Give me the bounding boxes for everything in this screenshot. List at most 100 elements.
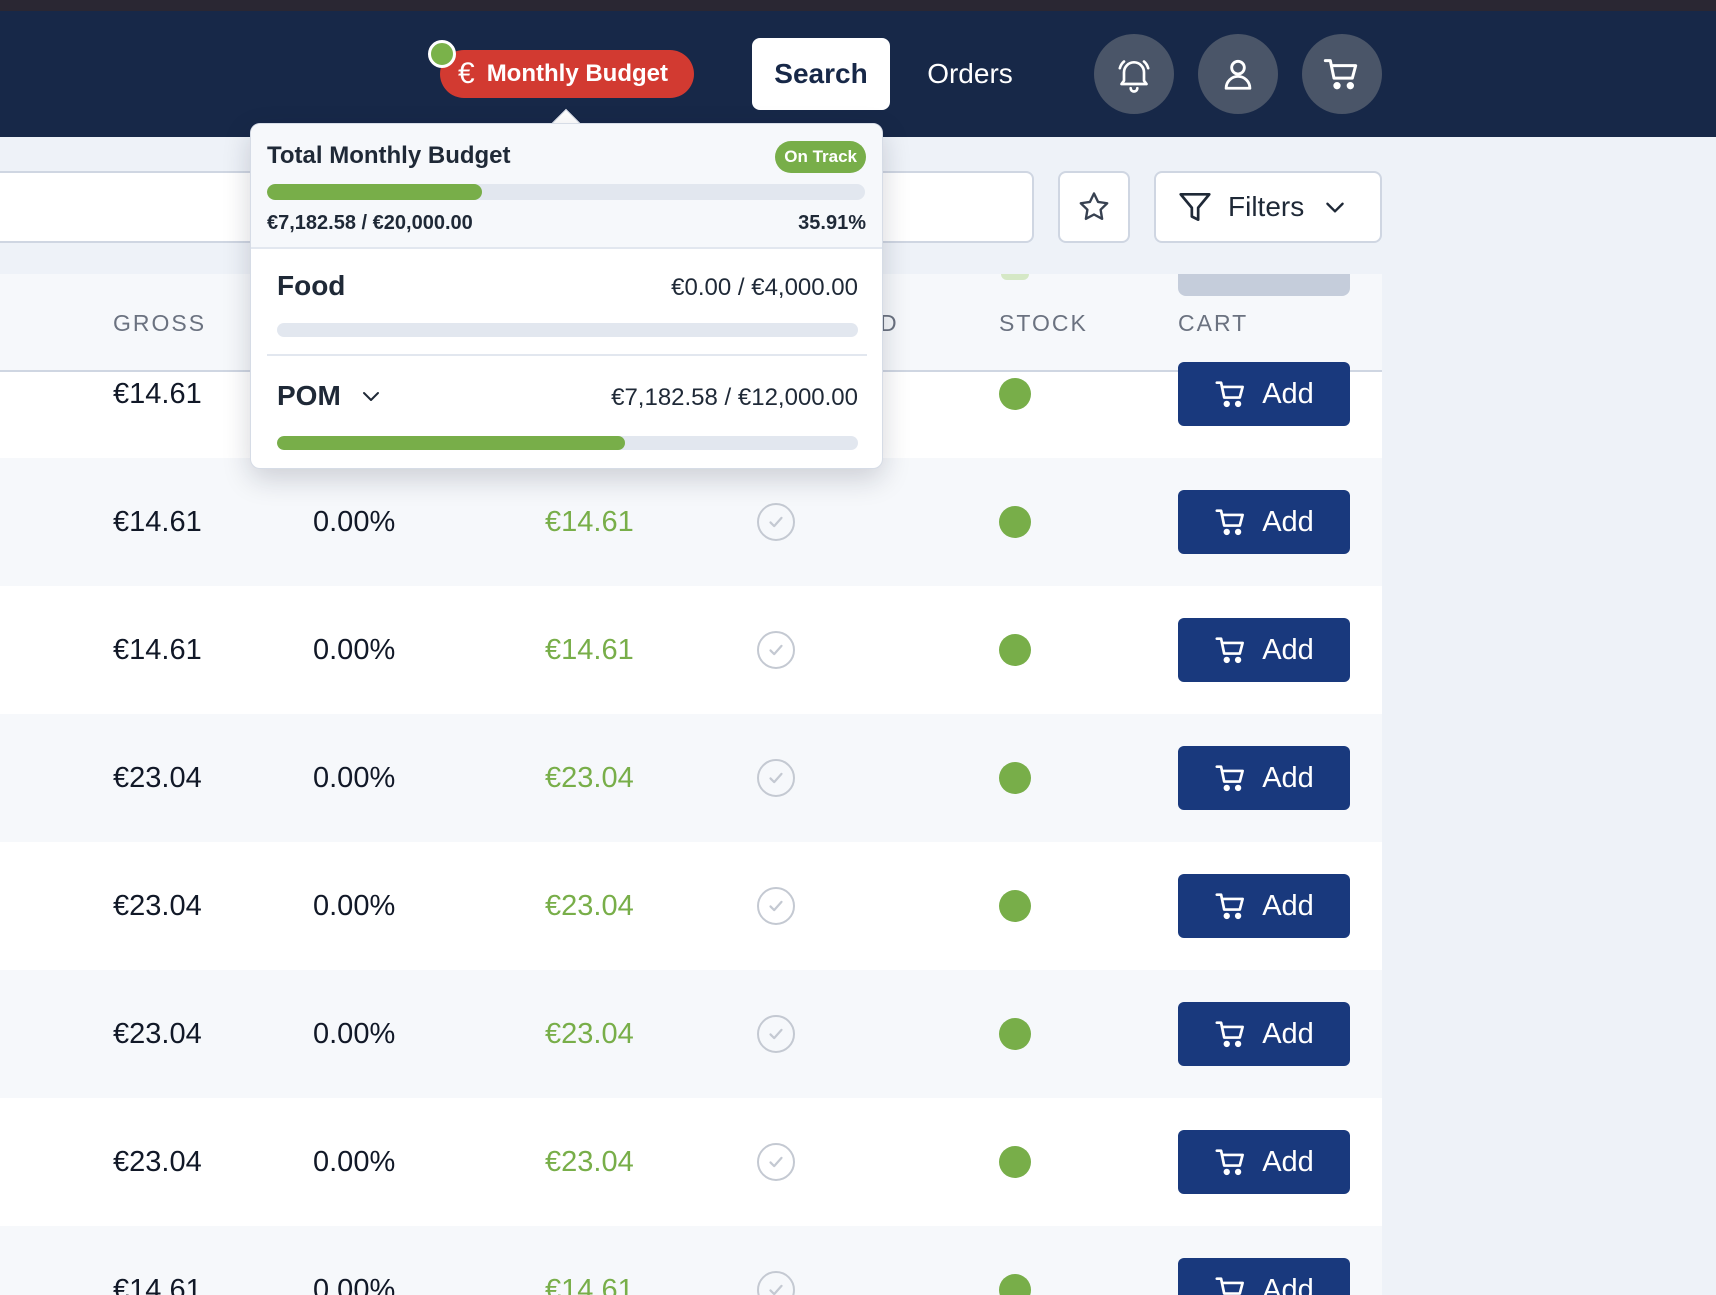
gross-price: €14.61 [113, 377, 202, 410]
total-budget-fill [267, 184, 482, 200]
bell-icon [1118, 60, 1150, 93]
popover-divider [267, 354, 867, 356]
net-price: €14.61 [545, 1273, 634, 1295]
stock-indicator [999, 1018, 1031, 1050]
gross-price: €14.61 [113, 505, 202, 538]
discount-percent: 0.00% [313, 505, 396, 538]
table-row: €14.61 0.00% €14.61 Add [0, 1226, 1382, 1295]
category-pom-label: POM [277, 380, 341, 411]
net-price: €14.61 [545, 505, 634, 538]
check-status [757, 714, 795, 842]
user-icon [1224, 59, 1252, 90]
cart-icon [1215, 1021, 1245, 1048]
discount-percent: 0.00% [313, 889, 396, 922]
cart-icon [1215, 1277, 1245, 1295]
notifications-button[interactable] [1094, 34, 1174, 114]
category-food-bar [277, 323, 858, 337]
add-to-cart-button[interactable]: Add [1178, 1258, 1350, 1295]
category-pom-bar [277, 436, 858, 450]
category-pom-fill [277, 436, 625, 450]
cart-icon [1323, 59, 1358, 90]
discount-percent: 0.00% [313, 1145, 396, 1178]
add-to-cart-button[interactable]: Add [1178, 1002, 1350, 1066]
add-button-label: Add [1262, 1273, 1314, 1295]
star-icon [1079, 192, 1109, 221]
net-price: €23.04 [545, 889, 634, 922]
category-pom-amount: €7,182.58 / €12,000.00 [611, 384, 858, 411]
cart-icon [1215, 765, 1245, 792]
monthly-budget-label: Monthly Budget [486, 60, 668, 87]
check-status [757, 586, 795, 714]
stock-indicator [999, 1274, 1031, 1295]
gross-price: €23.04 [113, 1017, 202, 1050]
check-status [757, 458, 795, 586]
stock-indicator [999, 506, 1031, 538]
check-circle-icon [757, 503, 795, 541]
category-food-label: Food [277, 270, 346, 301]
account-button[interactable] [1198, 34, 1278, 114]
cart-icon [1215, 893, 1245, 920]
euro-icon: € [458, 57, 475, 90]
gross-price: €14.61 [113, 633, 202, 666]
category-food-name: Food [277, 270, 345, 302]
add-button-label: Add [1262, 761, 1314, 794]
add-to-cart-button[interactable]: Add [1178, 490, 1350, 554]
chevron-down-icon [362, 392, 379, 401]
category-pom-toggle[interactable]: POM [277, 380, 383, 412]
add-to-cart-button[interactable]: Add [1178, 1130, 1350, 1194]
budget-summary: Total Monthly Budget On Track €7,182.58 … [251, 124, 882, 249]
add-button-label: Add [1262, 1017, 1314, 1050]
add-button-label: Add [1262, 377, 1314, 410]
stock-indicator [999, 378, 1031, 410]
table-row: €14.61 0.00% €14.61 Add [0, 586, 1382, 714]
stock-indicator [999, 634, 1031, 666]
budget-popover: Total Monthly Budget On Track €7,182.58 … [250, 123, 883, 469]
window-top-strip [0, 0, 1716, 11]
cart-button[interactable] [1302, 34, 1382, 114]
check-circle-icon [757, 1271, 795, 1295]
funnel-icon [1179, 192, 1211, 222]
gross-price: €23.04 [113, 761, 202, 794]
table-row: €23.04 0.00% €23.04 Add [0, 714, 1382, 842]
cart-icon [1215, 509, 1245, 536]
total-budget-percent: 35.91% [798, 212, 866, 234]
discount-percent: 0.00% [313, 633, 396, 666]
budget-title: Total Monthly Budget [267, 142, 511, 169]
add-to-cart-button[interactable]: Add [1178, 362, 1350, 426]
discount-percent: 0.00% [313, 761, 396, 794]
discount-percent: 0.00% [313, 1017, 396, 1050]
add-to-cart-button[interactable]: Add [1178, 746, 1350, 810]
nav-search-button[interactable]: Search [752, 38, 890, 110]
add-to-cart-button[interactable]: Add [1178, 618, 1350, 682]
filters-dropdown[interactable]: Filters [1154, 171, 1382, 243]
table-row: €23.04 0.00% €23.04 Add [0, 1098, 1382, 1226]
add-to-cart-button[interactable]: Add [1178, 874, 1350, 938]
gross-price: €23.04 [113, 1145, 202, 1178]
net-price: €23.04 [545, 1017, 634, 1050]
gross-price: €14.61 [113, 1273, 202, 1295]
stock-indicator [999, 890, 1031, 922]
nav-orders-link[interactable]: Orders [910, 38, 1030, 110]
cart-icon [1215, 637, 1245, 664]
filters-label: Filters [1228, 191, 1305, 222]
check-circle-icon [757, 1143, 795, 1181]
favorites-button[interactable] [1058, 171, 1130, 243]
table-row: €14.61 0.00% €14.61 Add [0, 458, 1382, 586]
check-status [757, 1098, 795, 1226]
discount-percent: 0.00% [313, 1273, 396, 1295]
add-button-label: Add [1262, 633, 1314, 666]
check-circle-icon [757, 1015, 795, 1053]
status-badge: On Track [775, 141, 866, 173]
gross-price: €23.04 [113, 889, 202, 922]
monthly-budget-button[interactable]: € Monthly Budget [440, 50, 694, 98]
check-status [757, 1226, 795, 1295]
header-stock-dot-fragment [1001, 274, 1029, 280]
net-price: €14.61 [545, 633, 634, 666]
add-button-label: Add [1262, 889, 1314, 922]
check-status [757, 842, 795, 970]
check-circle-icon [757, 631, 795, 669]
header-cart-button-fragment [1178, 274, 1350, 296]
stock-indicator [999, 1146, 1031, 1178]
stock-indicator [999, 762, 1031, 794]
category-food-amount: €0.00 / €4,000.00 [671, 274, 858, 301]
